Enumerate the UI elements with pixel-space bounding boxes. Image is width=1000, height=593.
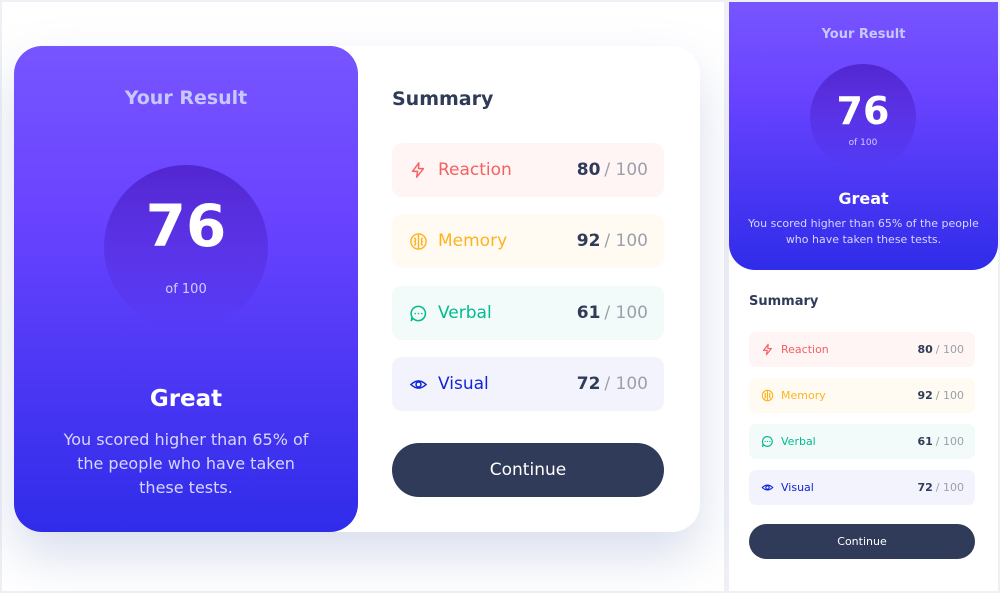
brain-icon: [760, 389, 774, 403]
summary-item-max: / 100: [935, 343, 964, 356]
summary-item-score: 80: [576, 160, 601, 180]
summary-item-max: / 100: [935, 435, 964, 448]
summary-item-score: 61: [917, 435, 933, 448]
result-description: You scored higher than 65% of the people…: [748, 217, 979, 246]
mobile-preview: Your Result 76 of 100 Great You scored h…: [729, 2, 998, 591]
summary-item-max: / 100: [604, 374, 648, 394]
result-panel: Your Result 76 of 100 Great You scored h…: [729, 2, 998, 270]
summary-item-label: Visual: [438, 374, 489, 394]
summary-item-verbal: Verbal 61 / 100: [749, 424, 975, 459]
result-panel: Your Result 76 of 100 Great You scored h…: [14, 46, 358, 532]
summary-item-max: / 100: [604, 160, 648, 180]
summary-item-visual: Visual 72 / 100: [749, 470, 975, 505]
summary-item-label: Reaction: [781, 343, 829, 356]
lightning-icon: [760, 343, 774, 357]
summary-item-score: 92: [576, 231, 601, 251]
eye-icon: [408, 374, 428, 394]
rating-label: Great: [838, 189, 889, 208]
summary-item-label: Verbal: [781, 435, 816, 448]
score-value: 76: [145, 192, 227, 260]
summary-item-score: 92: [917, 389, 933, 402]
result-heading: Your Result: [821, 27, 906, 42]
summary-item-reaction: Reaction 80 / 100: [392, 143, 664, 197]
summary-item-label: Memory: [781, 389, 826, 402]
summary-item-reaction: Reaction 80 / 100: [749, 332, 975, 367]
summary-title: Summary: [392, 88, 494, 110]
summary-item-max: / 100: [604, 231, 648, 251]
score-value: 76: [836, 89, 890, 133]
summary-item-memory: Memory 92 / 100: [392, 214, 664, 268]
summary-title: Summary: [749, 294, 819, 309]
score-out-of: of 100: [165, 282, 207, 297]
rating-label: Great: [149, 386, 223, 412]
score-circle: 76 of 100: [810, 64, 916, 170]
summary-item-visual: Visual 72 / 100: [392, 357, 664, 411]
summary-item-label: Memory: [438, 231, 508, 251]
summary-item-max: / 100: [935, 389, 964, 402]
brain-icon: [408, 231, 428, 251]
continue-button[interactable]: Continue: [392, 443, 664, 497]
speech-bubble-icon: [408, 303, 428, 323]
summary-item-score: 61: [576, 303, 601, 323]
summary-item-max: / 100: [935, 481, 964, 494]
summary-item-label: Verbal: [438, 303, 492, 323]
speech-bubble-icon: [760, 435, 774, 449]
eye-icon: [760, 481, 774, 495]
continue-button[interactable]: Continue: [749, 524, 975, 559]
lightning-icon: [408, 160, 428, 180]
result-heading: Your Result: [124, 87, 248, 109]
desktop-preview: Your Result 76 of 100 Great You scored h…: [2, 2, 724, 591]
summary-panel: Summary Reaction 80 / 100 Memory 92 / 10…: [749, 270, 976, 580]
summary-panel: Summary Reaction 80 / 100 Memory 92 / 10…: [392, 46, 666, 532]
summary-item-verbal: Verbal 61 / 100: [392, 286, 664, 340]
summary-item-score: 80: [917, 343, 933, 356]
results-summary-card: Your Result 76 of 100 Great You scored h…: [14, 46, 700, 532]
summary-item-label: Reaction: [438, 160, 512, 180]
summary-item-score: 72: [917, 481, 933, 494]
summary-item-memory: Memory 92 / 100: [749, 378, 975, 413]
summary-item-label: Visual: [781, 481, 814, 494]
summary-item-max: / 100: [604, 303, 648, 323]
result-description: You scored higher than 65% of the people…: [63, 430, 309, 497]
score-out-of: of 100: [848, 138, 878, 148]
score-circle: 76 of 100: [104, 165, 268, 329]
summary-item-score: 72: [576, 374, 601, 394]
